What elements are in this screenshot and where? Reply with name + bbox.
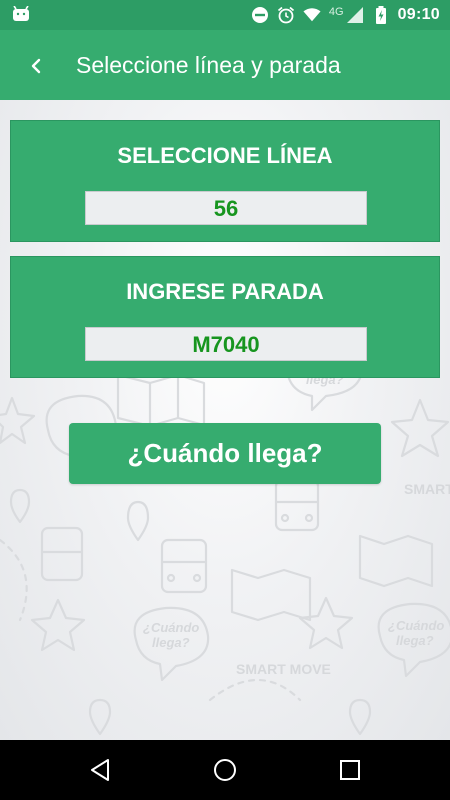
app-bar: Seleccione línea y parada — [0, 30, 450, 100]
do-not-disturb-icon — [251, 6, 269, 24]
nav-home-icon — [214, 759, 236, 781]
line-selection-card: SELECCIONE LÍNEA 56 — [10, 120, 440, 242]
nav-home-button[interactable] — [205, 750, 245, 790]
page-title: Seleccione línea y parada — [76, 52, 341, 78]
line-input[interactable]: 56 — [85, 191, 367, 225]
nav-back-button[interactable] — [80, 750, 120, 790]
alarm-icon — [277, 6, 295, 24]
svg-text:SMART: SMART — [404, 481, 450, 497]
nav-recents-icon — [340, 760, 360, 780]
stop-card-title: INGRESE PARADA — [126, 279, 324, 304]
status-bar: 4G 09:10 — [0, 0, 450, 30]
svg-text:¿Cuándo: ¿Cuándo — [388, 618, 444, 633]
back-button[interactable] — [18, 48, 54, 84]
nav-back-icon — [91, 759, 109, 781]
signal-icon — [346, 6, 364, 24]
battery-charging-icon — [372, 6, 390, 24]
watermark-text-2: SMART MOVE — [236, 661, 331, 677]
svg-text:llega?: llega? — [152, 635, 190, 650]
clock-time: 09:10 — [397, 6, 440, 23]
svg-text:¿Cuándo: ¿Cuándo — [143, 620, 199, 635]
status-icons: 4G 09:10 — [251, 0, 440, 30]
navigation-bar — [0, 740, 450, 800]
nav-recents-button[interactable] — [330, 750, 370, 790]
when-arrives-button[interactable]: ¿Cuándo llega? — [69, 423, 381, 484]
back-arrow-icon — [31, 58, 41, 74]
wifi-icon — [303, 6, 321, 24]
svg-text:llega?: llega? — [396, 633, 434, 648]
line-card-title: SELECCIONE LÍNEA — [117, 143, 333, 168]
android-icon — [12, 5, 30, 22]
stop-input[interactable]: M7040 — [85, 327, 367, 361]
stop-entry-card: INGRESE PARADA M7040 — [10, 256, 440, 378]
network-type-label: 4G — [328, 6, 344, 18]
